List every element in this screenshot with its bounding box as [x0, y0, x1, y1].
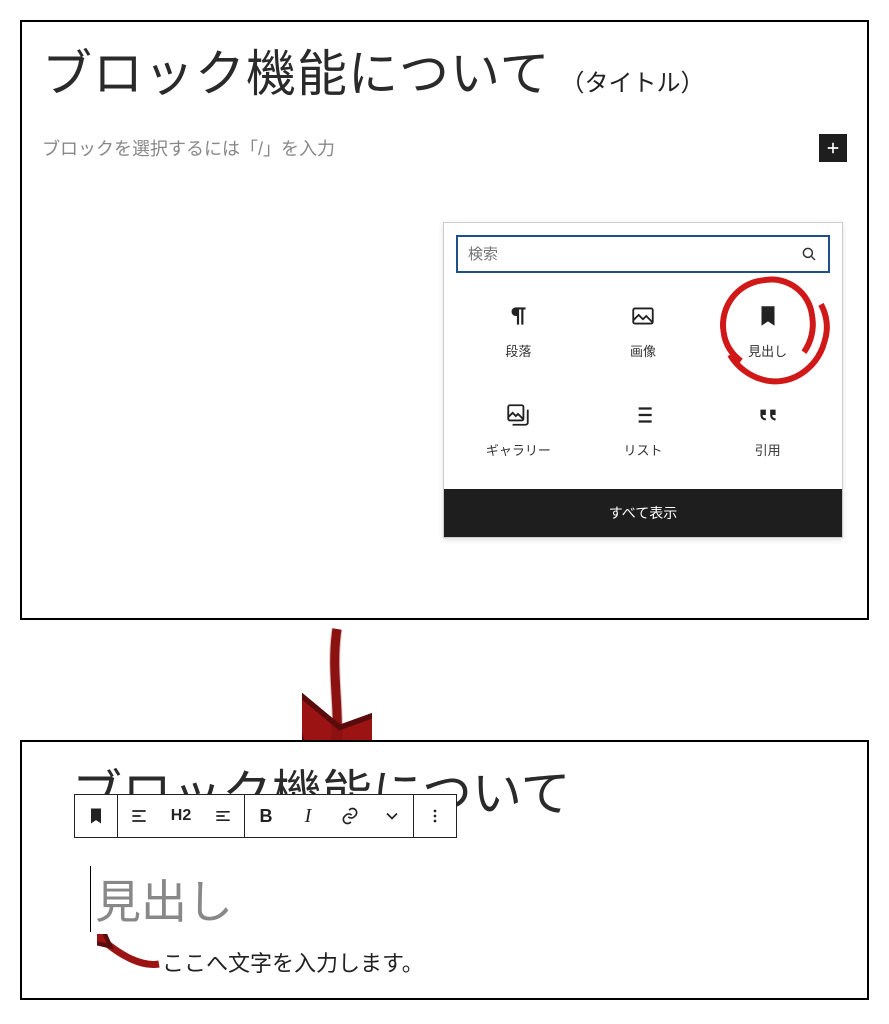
toolbar-more-inline-button[interactable]	[371, 795, 413, 837]
block-toolbar: H2 B I	[74, 794, 457, 838]
toolbar-link-button[interactable]	[329, 795, 371, 837]
toolbar-more-options-button[interactable]	[414, 795, 456, 837]
block-item-paragraph[interactable]: 段落	[456, 297, 581, 366]
block-item-gallery[interactable]: ギャラリー	[456, 396, 581, 465]
align-icon	[129, 806, 149, 826]
post-title[interactable]: ブロック機能について	[42, 34, 551, 106]
inserter-search-input[interactable]	[468, 246, 800, 263]
editor-panel-before: ブロック機能について （タイトル） ブロックを選択するには「/」を入力 段落 画…	[20, 20, 869, 620]
link-icon	[340, 806, 360, 826]
add-block-button[interactable]	[819, 134, 847, 162]
block-label: 見出し	[748, 341, 787, 360]
gallery-icon	[505, 402, 531, 428]
search-icon	[800, 245, 818, 263]
toolbar-italic-button[interactable]: I	[287, 795, 329, 837]
instruction-annotation: ここへ文字を入力します。	[162, 946, 424, 978]
toolbar-align-button[interactable]	[118, 795, 160, 837]
block-label: 画像	[630, 341, 656, 360]
block-prompt-row: ブロックを選択するには「/」を入力	[42, 134, 847, 162]
inserter-search[interactable]	[456, 235, 830, 273]
block-inserter-popover: 段落 画像 見出し ギャラリー リスト 引用	[443, 222, 843, 538]
heading-block-placeholder[interactable]: 見出し	[90, 866, 847, 932]
paragraph-icon	[505, 303, 531, 329]
heading-bookmark-icon	[86, 806, 106, 826]
block-label: 段落	[505, 341, 531, 360]
toolbar-block-type-button[interactable]	[75, 795, 117, 837]
block-item-image[interactable]: 画像	[581, 297, 706, 366]
inserter-block-grid: 段落 画像 見出し ギャラリー リスト 引用	[444, 285, 842, 489]
toolbar-bold-button[interactable]: B	[245, 795, 287, 837]
block-item-quote[interactable]: 引用	[705, 396, 830, 465]
toolbar-text-align-button[interactable]	[202, 795, 244, 837]
block-item-list[interactable]: リスト	[581, 396, 706, 465]
quote-icon	[755, 402, 781, 428]
heading-bookmark-icon	[755, 303, 781, 329]
arrow-left-annotation	[97, 934, 167, 974]
plus-icon	[824, 139, 842, 157]
block-label: リスト	[623, 440, 662, 459]
image-icon	[630, 303, 656, 329]
inserter-show-all-button[interactable]: すべて表示	[444, 489, 842, 537]
toolbar-heading-level-button[interactable]: H2	[160, 795, 202, 837]
block-label: 引用	[755, 440, 781, 459]
post-title-row: ブロック機能について （タイトル）	[42, 34, 847, 106]
block-item-heading[interactable]: 見出し	[705, 297, 830, 366]
more-vertical-icon	[425, 806, 445, 826]
text-align-icon	[213, 806, 233, 826]
block-label: ギャラリー	[486, 440, 551, 459]
chevron-down-icon	[382, 806, 402, 826]
block-prompt-text[interactable]: ブロックを選択するには「/」を入力	[42, 135, 335, 161]
editor-panel-after: ブロック機能について H2 B I	[20, 740, 869, 1000]
list-icon	[630, 402, 656, 428]
title-annotation: （タイトル）	[561, 63, 705, 98]
